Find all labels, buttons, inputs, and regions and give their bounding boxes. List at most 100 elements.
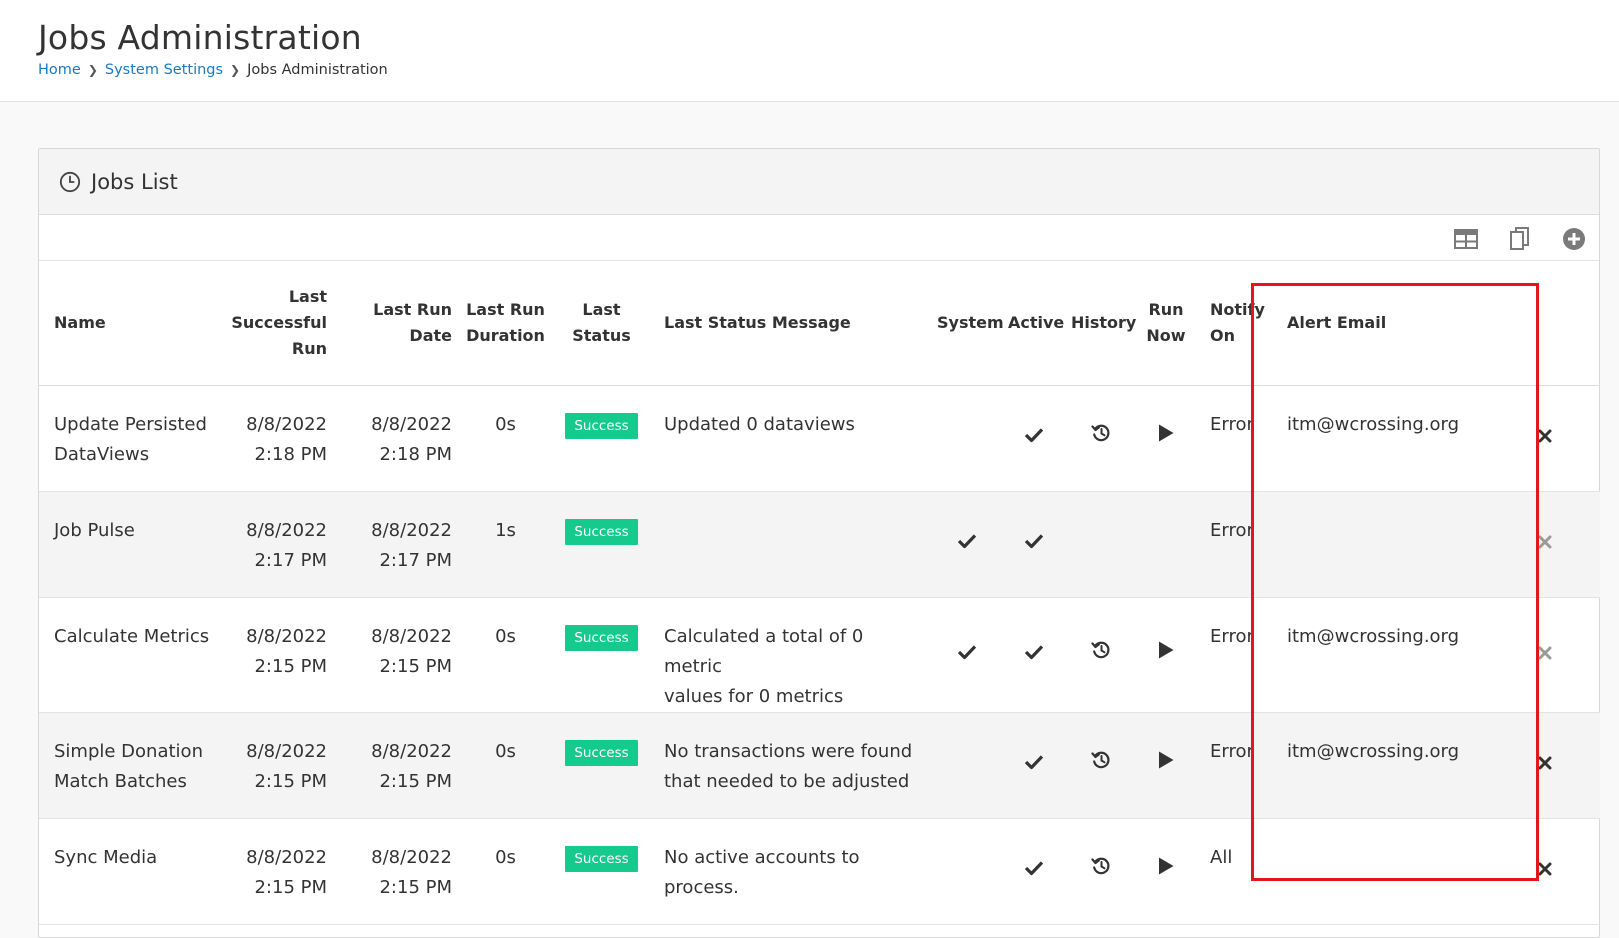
col-header-last-status[interactable]: Last Status [553,261,650,385]
last-successful-line: 8/8/2022 [246,846,327,868]
play-icon[interactable] [1157,750,1175,780]
job-name-line: Match Batches [54,770,187,792]
status-message-line: process. [664,876,739,898]
last-run-duration-cell: 0s [458,712,553,818]
page-title: Jobs Administration [38,18,362,57]
col-header-last-successful-run[interactable]: Last Successful Run [220,261,333,385]
breadcrumb-current: Jobs Administration [247,62,388,78]
table-row[interactable]: Job Pulse 8/8/2022 2:17 PM 8/8/2022 2:17 PM 1… [39,491,1600,597]
grid-icon[interactable] [1453,226,1479,252]
status-message-line: No transactions were found [664,740,913,762]
delete-icon[interactable] [1538,750,1552,780]
table-row[interactable]: Update Persisted DataViews 8/8/2022 2:18 PM… [39,385,1600,491]
table-row[interactable]: Simple Donation Match Batches 8/8/2022 2:15… [39,712,1600,818]
notify-on-text: All [1210,846,1233,868]
history-cell [1065,712,1136,818]
last-status-cell: Success [553,491,650,597]
table-row[interactable]: Calculate Metrics 8/8/2022 2:15 PM 8/8/2022… [39,597,1600,712]
play-icon[interactable] [1157,856,1175,886]
jobs-list-panel: Jobs List Name Last Successful Run Last … [38,148,1600,938]
col-header-last-run-date[interactable]: Last Run Date [333,261,458,385]
delete-icon[interactable] [1538,856,1552,886]
col-header-name[interactable]: Name [39,261,220,385]
col-header-last-status-message[interactable]: Last Status Message [650,261,931,385]
header-line: Date [409,325,452,345]
delete-icon [1538,529,1552,559]
active-check-cell [1002,712,1065,818]
status-message-line: Calculated a total of 0 metric [664,625,864,677]
copy-icon[interactable] [1507,226,1533,252]
job-name-line: Job Pulse [54,519,135,541]
notify-on-text: Error [1210,625,1254,647]
alert-email-cell [1274,491,1490,597]
last-run-line: 8/8/2022 [371,413,452,435]
notify-on-cell: All [1196,818,1274,924]
col-header-system[interactable]: System [931,261,1004,385]
col-header-notify-on[interactable]: Notify On [1196,261,1274,385]
duration-text: 0s [495,413,516,435]
table-header-row: Name Last Successful Run Last Run Date L… [39,261,1600,385]
status-badge: Success [565,624,638,651]
last-status-message-cell: No active accounts to process. [650,818,931,924]
job-name-cell[interactable]: Sync Media [39,818,220,924]
header-line: Notify [1210,299,1265,319]
history-cell [1065,818,1136,924]
last-status-message-cell: Updated 0 dataviews [650,385,931,491]
grid-toolbar [39,215,1599,261]
table-row[interactable]: Sync Media 8/8/2022 2:15 PM 8/8/2022 2:15 PM… [39,818,1600,924]
last-run-line: 2:17 PM [379,549,452,571]
header-line: Duration [466,325,545,345]
col-header-last-run-duration[interactable]: Last Run Duration [458,261,553,385]
job-name-line: Calculate Metrics [54,625,210,647]
play-icon[interactable] [1157,640,1175,670]
jobs-table: Name Last Successful Run Last Run Date L… [39,261,1600,925]
last-run-line: 2:15 PM [379,876,452,898]
history-icon[interactable] [1090,750,1111,780]
header-line: Now [1146,325,1186,345]
job-name-cell[interactable]: Job Pulse [39,491,220,597]
header-line: Last [582,299,621,319]
delete-icon[interactable] [1538,423,1552,453]
status-badge: Success [565,739,638,766]
status-message-line: that needed to be adjusted [664,770,910,792]
col-header-history: History [1071,312,1137,332]
last-run-date-cell: 8/8/2022 2:17 PM [333,491,458,597]
status-message-line: Updated 0 dataviews [664,413,855,435]
last-successful-run-cell: 8/8/2022 2:15 PM [220,818,333,924]
col-header-active[interactable]: Active [1002,261,1065,385]
last-run-line: 2:15 PM [379,770,452,792]
system-check-icon [957,640,977,670]
job-name-line: DataViews [54,443,150,465]
play-cell [1136,385,1196,491]
add-circle-icon[interactable] [1561,226,1587,252]
active-check-cell [1002,491,1065,597]
alert-email-cell [1274,818,1490,924]
breadcrumb-home-link[interactable]: Home [38,62,81,78]
notify-on-cell: Error [1196,597,1274,712]
history-cell [1065,385,1136,491]
job-name-cell[interactable]: Update Persisted DataViews [39,385,220,491]
status-message-line: No active accounts to [664,846,860,868]
job-name-cell[interactable]: Simple Donation Match Batches [39,712,220,818]
active-check-icon [1024,856,1044,886]
delete-cell [1490,712,1600,818]
last-run-line: 8/8/2022 [371,625,452,647]
col-header-alert-email[interactable]: Alert Email [1274,261,1490,385]
alert-email-cell: itm@wcrossing.org [1274,385,1490,491]
job-name-cell[interactable]: Calculate Metrics [39,597,220,712]
breadcrumb-system-settings-link[interactable]: System Settings [105,62,223,78]
system-check-cell [931,818,1002,924]
last-successful-line: 8/8/2022 [246,740,327,762]
delete-cell [1490,491,1600,597]
history-icon[interactable] [1090,423,1111,453]
status-badge: Success [565,845,638,872]
play-cell [1136,712,1196,818]
history-icon[interactable] [1090,640,1111,670]
last-successful-run-cell: 8/8/2022 2:15 PM [220,597,333,712]
page-header: Jobs Administration Home ❯ System Settin… [0,0,1619,102]
play-icon[interactable] [1157,423,1175,453]
history-icon[interactable] [1090,856,1111,886]
status-badge: Success [565,412,638,439]
last-run-line: 2:15 PM [379,655,452,677]
last-run-line: 2:18 PM [379,443,452,465]
